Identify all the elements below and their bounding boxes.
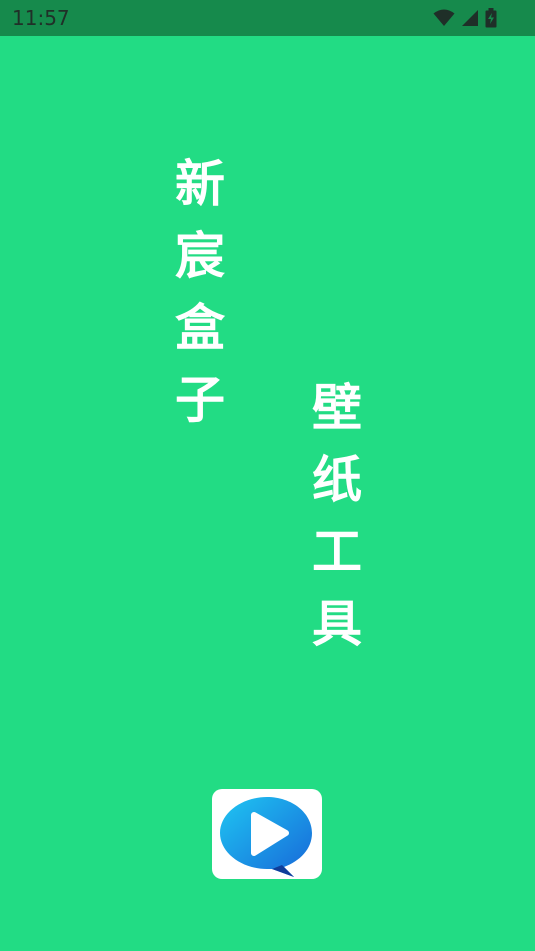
splash-screen: 新宸盒子 壁纸工具 [0,36,535,951]
status-icons [433,7,497,29]
status-bar: 11:57 [0,0,535,36]
battery-charging-icon [485,8,497,28]
wifi-icon [433,9,455,27]
signal-icon [461,9,479,27]
app-subtitle: 壁纸工具 [312,379,362,653]
app-title: 新宸盒子 [175,155,225,429]
app-logo [212,789,322,879]
status-time: 11:57 [12,6,70,30]
